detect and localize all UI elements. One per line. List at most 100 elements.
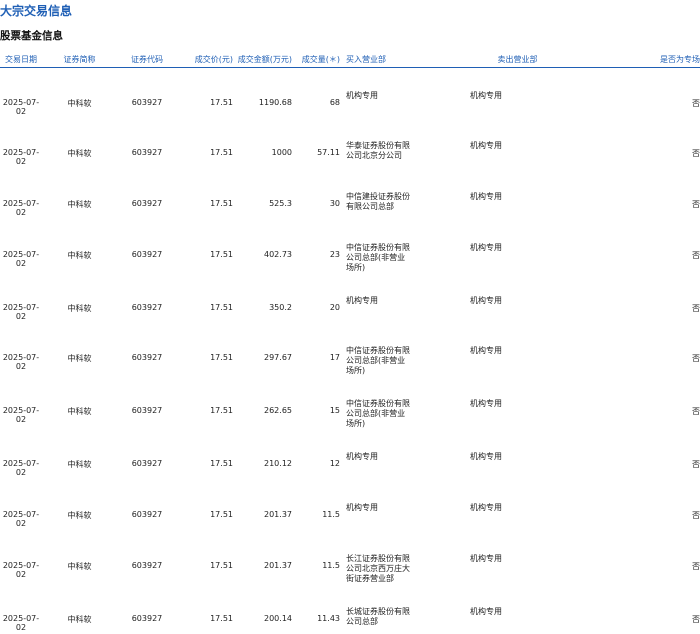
column-header-amount[interactable]: 成交金额(万元) bbox=[233, 52, 292, 68]
price-cell: 17.51 bbox=[210, 98, 233, 107]
price-cell: 17.51 bbox=[210, 198, 233, 208]
special-cell: 否 bbox=[692, 407, 700, 417]
security-name-cell: 中科软 bbox=[67, 561, 92, 571]
table-row: 2025-07-02 中科软 603927 17.51 201.37 11.5 长江证券股份… bbox=[0, 531, 700, 584]
amount-cell: 297.67 bbox=[264, 353, 292, 363]
buyer-line: 公司北京分公司 bbox=[346, 151, 402, 161]
buyer-line: 场所) bbox=[346, 262, 366, 272]
special-cell: 否 bbox=[692, 199, 700, 209]
seller-cell: 机构专用 bbox=[470, 242, 502, 252]
buyer-line: 公司总部(非营业 bbox=[346, 252, 406, 262]
table-row: 2025-07-02 中科软 603927 17.51 1000 57.11 华泰证券股份有… bbox=[0, 118, 700, 169]
price-cell: 17.51 bbox=[210, 509, 233, 519]
special-cell: 否 bbox=[692, 354, 700, 364]
buyer-line: 公司总部 bbox=[346, 616, 378, 626]
table-row: 2025-07-02 中科软 603927 17.51 210.12 12 机构专用 机构专用… bbox=[0, 429, 700, 480]
table-row: 2025-07-02 中科软 603927 17.51 1190.68 68 机构专用 机构专… bbox=[0, 68, 700, 119]
buyer-cell: 中信证券股份有限 公司总部(非营业 场所) bbox=[340, 323, 452, 376]
special-cell: 否 bbox=[692, 149, 700, 159]
buyer-line: 街证券营业部 bbox=[346, 573, 394, 583]
seller-cell: 机构专用 bbox=[470, 452, 502, 462]
buyer-line: 机构专用 bbox=[346, 91, 378, 100]
buyer-line: 公司北京西万庄大 bbox=[346, 563, 410, 573]
column-header-security-name[interactable]: 证券简称 bbox=[42, 52, 117, 68]
buyer-line: 长城证券股份有限 bbox=[346, 606, 410, 616]
trade-date-cell: 2025-07-02 bbox=[2, 148, 40, 167]
price-cell: 17.51 bbox=[210, 249, 233, 259]
volume-cell: 11.5 bbox=[322, 560, 340, 570]
column-header-trade-date[interactable]: 交易日期 bbox=[0, 52, 42, 68]
amount-cell: 200.14 bbox=[264, 613, 292, 623]
column-header-volume[interactable]: 成交量(＊) bbox=[292, 52, 340, 68]
column-header-security-code[interactable]: 证券代码 bbox=[117, 52, 177, 68]
security-code-cell: 603927 bbox=[131, 98, 163, 107]
special-cell: 否 bbox=[692, 561, 700, 571]
buyer-line: 公司总部(非营业 bbox=[346, 409, 406, 419]
security-name-cell: 中科软 bbox=[67, 250, 92, 260]
security-code-cell: 603927 bbox=[131, 302, 163, 312]
table-header-row: 交易日期 证券简称 证券代码 成交价(元) 成交金额(万元) 成交量(＊) 买入… bbox=[0, 52, 700, 68]
price-cell: 17.51 bbox=[210, 560, 233, 570]
volume-cell: 30 bbox=[329, 198, 340, 208]
buyer-cell: 机构专用 bbox=[340, 68, 452, 119]
security-name-cell: 中科软 bbox=[67, 99, 92, 108]
column-header-seller[interactable]: 卖出营业部 bbox=[452, 52, 583, 68]
security-code-cell: 603927 bbox=[131, 198, 163, 208]
seller-cell: 机构专用 bbox=[470, 295, 502, 305]
price-cell: 17.51 bbox=[210, 302, 233, 312]
buyer-cell: 机构专用 bbox=[340, 480, 452, 531]
trade-date-cell: 2025-07-02 bbox=[2, 98, 40, 116]
buyer-line: 场所) bbox=[346, 419, 366, 429]
section-title: 股票基金信息 bbox=[0, 30, 63, 42]
table-row: 2025-07-02 中科软 603927 17.51 200.14 11.43 长城证券股… bbox=[0, 584, 700, 634]
security-code-cell: 603927 bbox=[131, 459, 163, 469]
price-cell: 17.51 bbox=[210, 613, 233, 623]
trade-date-cell: 2025-07-02 bbox=[2, 509, 40, 528]
price-cell: 17.51 bbox=[210, 353, 233, 363]
buyer-cell: 华泰证券股份有限 公司北京分公司 bbox=[340, 118, 452, 169]
security-name-cell: 中科软 bbox=[67, 614, 92, 624]
column-header-price[interactable]: 成交价(元) bbox=[177, 52, 233, 68]
trade-date-cell: 2025-07-02 bbox=[2, 613, 40, 632]
table-row: 2025-07-02 中科软 603927 17.51 402.73 23 中信证券股份有限… bbox=[0, 220, 700, 273]
buyer-cell: 中信证券股份有限 公司总部(非营业 场所) bbox=[340, 220, 452, 273]
seller-cell: 机构专用 bbox=[470, 606, 502, 616]
security-code-cell: 603927 bbox=[131, 560, 163, 570]
seller-cell: 机构专用 bbox=[470, 191, 502, 201]
security-code-cell: 603927 bbox=[131, 406, 163, 416]
special-cell: 否 bbox=[692, 99, 700, 108]
buyer-line: 中信建投证券股份 bbox=[346, 191, 410, 201]
column-header-buyer[interactable]: 买入营业部 bbox=[340, 52, 452, 68]
special-cell: 否 bbox=[692, 510, 700, 520]
amount-cell: 1190.68 bbox=[258, 98, 292, 107]
table-row: 2025-07-02 中科软 603927 17.51 201.37 11.5 机构专用 机构… bbox=[0, 480, 700, 531]
page-title: 大宗交易信息 bbox=[0, 4, 73, 18]
buyer-cell: 长江证券股份有限 公司北京西万庄大 街证券营业部 bbox=[340, 531, 452, 584]
security-code-cell: 603927 bbox=[131, 249, 163, 259]
price-cell: 17.51 bbox=[210, 459, 233, 469]
amount-cell: 1000 bbox=[271, 148, 292, 158]
volume-cell: 20 bbox=[329, 302, 340, 312]
block-trade-table: 交易日期 证券简称 证券代码 成交价(元) 成交金额(万元) 成交量(＊) 买入… bbox=[0, 52, 700, 634]
seller-cell: 机构专用 bbox=[470, 553, 502, 563]
volume-cell: 57.11 bbox=[317, 148, 340, 158]
trade-date-cell: 2025-07-02 bbox=[2, 249, 40, 268]
volume-cell: 23 bbox=[329, 249, 340, 259]
seller-cell: 机构专用 bbox=[470, 141, 502, 151]
security-code-cell: 603927 bbox=[131, 509, 163, 519]
buyer-cell: 中信建投证券股份 有限公司总部 bbox=[340, 169, 452, 220]
security-code-cell: 603927 bbox=[131, 148, 163, 158]
security-code-cell: 603927 bbox=[131, 353, 163, 363]
special-cell: 否 bbox=[692, 250, 700, 260]
trade-date-cell: 2025-07-02 bbox=[2, 198, 40, 217]
buyer-cell: 机构专用 bbox=[340, 429, 452, 480]
column-header-special[interactable]: 是否为专场 bbox=[583, 52, 700, 68]
security-name-cell: 中科软 bbox=[67, 354, 92, 364]
buyer-line: 华泰证券股份有限 bbox=[346, 141, 410, 151]
buyer-line: 公司总部(非营业 bbox=[346, 356, 406, 366]
buyer-line: 机构专用 bbox=[346, 295, 378, 305]
trade-date-cell: 2025-07-02 bbox=[2, 302, 40, 321]
buyer-cell: 机构专用 bbox=[340, 273, 452, 324]
security-name-cell: 中科软 bbox=[67, 460, 92, 470]
amount-cell: 201.37 bbox=[264, 509, 292, 519]
